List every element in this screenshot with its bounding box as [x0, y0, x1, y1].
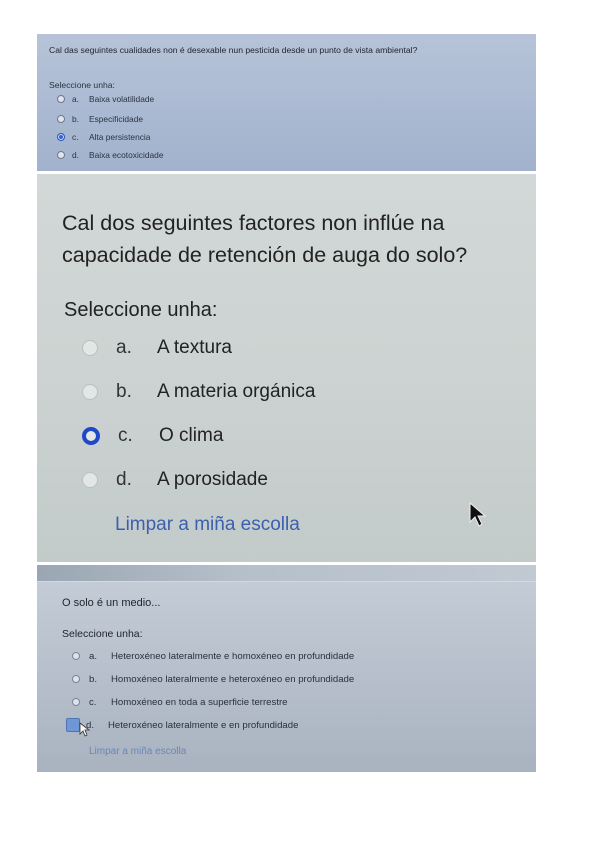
option-text: O clima: [159, 425, 224, 446]
option-text: A materia orgánica: [157, 381, 316, 402]
select-one-label: Seleccione unha:: [49, 80, 115, 90]
question-text: Cal das seguintes cualidades non é desex…: [49, 45, 418, 55]
option-letter: b.: [116, 381, 132, 402]
question-panel-soil-medium: O solo é un medio... Seleccione unha: a.…: [37, 565, 536, 772]
clear-choice-link[interactable]: Limpar a miña escolla: [89, 746, 186, 757]
radio-button[interactable]: [57, 115, 65, 123]
mouse-pointer-icon: [469, 502, 487, 527]
option-text: Especificidade: [89, 114, 144, 124]
mouse-pointer-icon: [79, 722, 91, 737]
option-letter: b.: [89, 673, 98, 685]
question-text: Cal dos seguintes factores non inflúe na…: [62, 211, 468, 267]
header-bar: [37, 565, 536, 582]
option-a[interactable]: a. Heteroxéneo lateralmente e homoxéneo …: [72, 649, 354, 663]
option-text: Baixa ecotoxicidade: [89, 150, 164, 160]
radio-button-selected[interactable]: [66, 718, 80, 732]
option-text: A textura: [157, 337, 232, 358]
option-c[interactable]: c. Alta persistencia: [57, 131, 150, 143]
option-letter: a.: [116, 337, 132, 358]
option-text: Heteroxéneo lateralmente e homoxéneo en …: [111, 650, 355, 662]
radio-button-selected[interactable]: [57, 133, 65, 141]
option-d[interactable]: d. A porosidade: [82, 465, 268, 495]
option-letter: b.: [72, 114, 79, 124]
option-a[interactable]: a. Baixa volatilidade: [57, 93, 154, 105]
clear-choice-link[interactable]: Limpar a miña escolla: [115, 514, 300, 536]
question-panel-pesticide: Cal das seguintes cualidades non é desex…: [37, 34, 536, 171]
option-text: A porosidade: [157, 469, 268, 490]
radio-button[interactable]: [72, 698, 80, 706]
option-c[interactable]: c. O clima: [82, 421, 223, 451]
option-text: Heteroxéneo lateralmente e en profundida…: [108, 719, 299, 731]
radio-button[interactable]: [82, 340, 98, 356]
option-text: Baixa volatilidade: [89, 94, 155, 104]
option-text: Alta persistencia: [89, 132, 151, 142]
option-d[interactable]: d. Heteroxéneo lateralmente e en profund…: [66, 718, 299, 732]
radio-button[interactable]: [72, 675, 80, 683]
option-letter: a.: [72, 94, 79, 104]
radio-button[interactable]: [82, 472, 98, 488]
option-letter: a.: [89, 650, 98, 662]
radio-button[interactable]: [57, 151, 65, 159]
radio-button[interactable]: [57, 95, 65, 103]
option-letter: d.: [72, 150, 79, 160]
option-d[interactable]: d. Baixa ecotoxicidade: [57, 149, 164, 161]
option-b[interactable]: b. A materia orgánica: [82, 377, 315, 407]
option-letter: c.: [72, 132, 79, 142]
radio-button[interactable]: [82, 384, 98, 400]
question-text: O solo é un medio...: [62, 597, 161, 609]
option-letter: c.: [118, 425, 133, 446]
question-panel-soil-water: Cal dos seguintes factores non inflúe na…: [37, 174, 536, 562]
option-a[interactable]: a. A textura: [82, 333, 232, 363]
select-one-label: Seleccione unha:: [62, 628, 143, 640]
option-letter: c.: [89, 696, 97, 708]
option-text: Homoxéneo en toda a superficie terrestre: [111, 696, 288, 708]
radio-button-selected[interactable]: [82, 427, 100, 445]
select-one-label: Seleccione unha:: [64, 299, 218, 321]
option-b[interactable]: b. Especificidade: [57, 113, 143, 125]
option-letter: d.: [116, 469, 132, 490]
option-b[interactable]: b. Homoxéneo lateralmente e heteroxéneo …: [72, 672, 354, 686]
option-c[interactable]: c. Homoxéneo en toda a superficie terres…: [72, 695, 288, 709]
option-text: Homoxéneo lateralmente e heteroxéneo en …: [111, 673, 355, 685]
radio-button[interactable]: [72, 652, 80, 660]
